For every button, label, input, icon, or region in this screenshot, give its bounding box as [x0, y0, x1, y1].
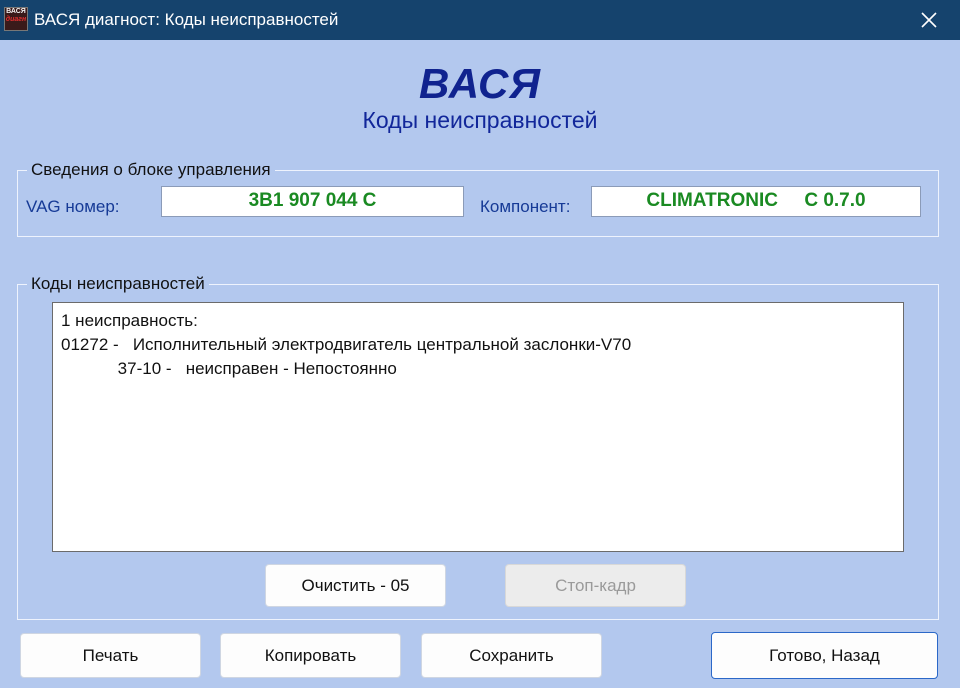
save-label: Сохранить: [469, 646, 554, 665]
title-bar: ВАСЯ диагн ВАСЯ диагност: Коды неисправн…: [0, 0, 960, 40]
vag-number-field: 3B1 907 044 C: [161, 186, 464, 217]
vag-number-label: VAG номер:: [26, 197, 120, 216]
freeze-frame-button[interactable]: Стоп-кадр: [505, 564, 686, 607]
control-unit-legend: Сведения о блоке управления: [27, 160, 275, 180]
app-icon-label-top: ВАСЯ: [6, 8, 26, 15]
done-back-button[interactable]: Готово, Назад: [711, 632, 938, 679]
clear-codes-button[interactable]: Очистить - 05: [265, 564, 446, 607]
print-button[interactable]: Печать: [20, 633, 201, 678]
done-back-label: Готово, Назад: [769, 646, 880, 665]
print-label: Печать: [82, 646, 139, 665]
app-icon: ВАСЯ диагн: [4, 7, 28, 31]
fault-codes-textarea[interactable]: 1 неисправность: 01272 - Исполнительный …: [52, 302, 904, 552]
fault-line: 1 неисправность:: [61, 311, 198, 330]
clear-codes-label: Очистить - 05: [301, 576, 410, 595]
fault-line: 37-10 - неисправен - Непостоянно: [61, 359, 397, 378]
close-icon: [921, 12, 937, 28]
page-subtitle: Коды неисправностей: [362, 107, 598, 133]
copy-label: Копировать: [264, 646, 357, 665]
window-title: ВАСЯ диагност: Коды неисправностей: [34, 10, 339, 29]
fault-line: 01272 - Исполнительный электродвигатель …: [61, 335, 632, 354]
save-button[interactable]: Сохранить: [421, 633, 602, 678]
close-button[interactable]: [898, 0, 960, 40]
component-field: CLIMATRONIC C 0.7.0: [591, 186, 921, 217]
component-label: Компонент:: [480, 197, 571, 216]
app-icon-label-bottom: диагн: [5, 16, 27, 23]
fault-codes-legend: Коды неисправностей: [27, 274, 209, 294]
brand-title: ВАСЯ: [419, 60, 541, 107]
copy-button[interactable]: Копировать: [220, 633, 401, 678]
freeze-frame-label: Стоп-кадр: [555, 576, 636, 595]
